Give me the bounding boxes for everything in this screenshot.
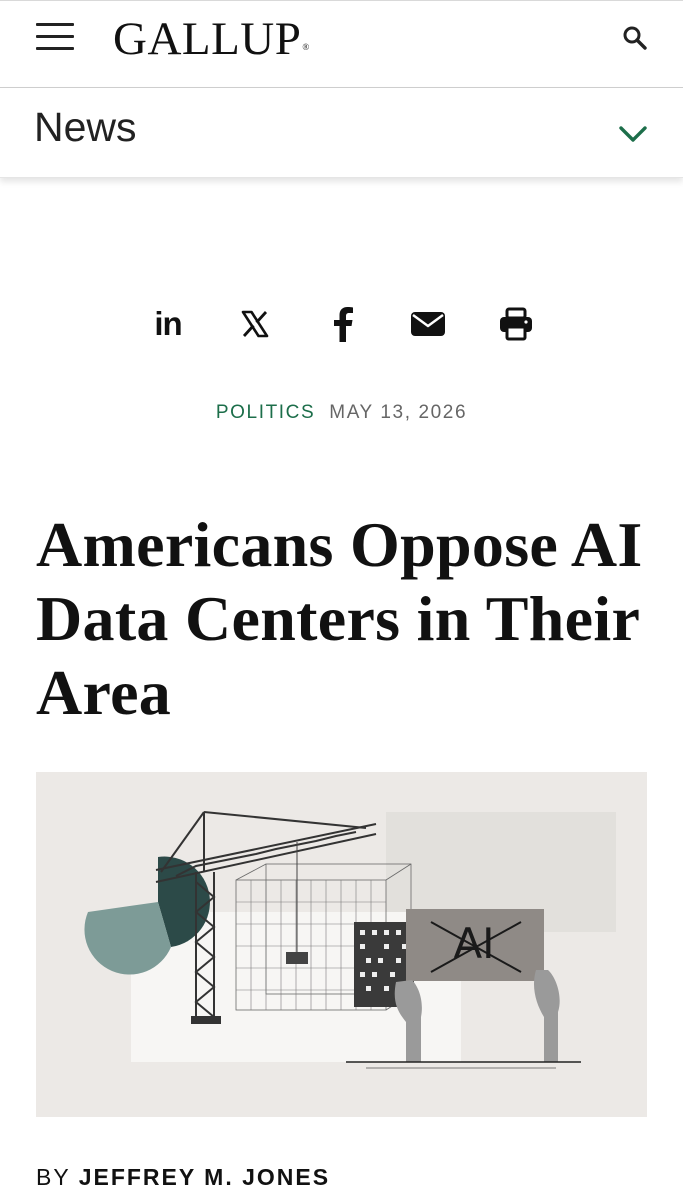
registered-mark: ® <box>302 42 310 52</box>
x-icon-svg <box>241 310 269 338</box>
search-icon-svg <box>623 26 647 50</box>
top-bar: GALLUP® <box>0 0 683 88</box>
sign-text: AI <box>453 919 494 968</box>
chevron-down-svg <box>619 126 647 142</box>
linkedin-glyph: in <box>154 305 182 342</box>
print-icon[interactable] <box>494 302 538 346</box>
chevron-down-icon[interactable] <box>616 122 650 146</box>
section-label[interactable]: News <box>34 104 137 150</box>
x-icon[interactable] <box>233 302 277 346</box>
search-icon[interactable] <box>620 23 650 53</box>
hero-illustration: AI <box>36 772 647 1117</box>
byline-prefix: BY <box>36 1164 71 1190</box>
category-link[interactable]: POLITICS <box>216 402 315 423</box>
publish-date: MAY 13, 2026 <box>329 402 468 423</box>
hamburger-line <box>36 23 74 26</box>
print-icon-svg <box>500 307 532 341</box>
hamburger-line <box>36 35 74 38</box>
article-title: Americans Oppose AI Data Centers in Thei… <box>36 509 643 728</box>
facebook-icon[interactable] <box>321 302 365 346</box>
hero-image: AI <box>36 772 647 1117</box>
facebook-icon-svg <box>334 307 353 342</box>
author-link[interactable]: JEFFREY M. JONES <box>79 1164 330 1190</box>
gallup-logo[interactable]: GALLUP® <box>113 11 310 67</box>
hamburger-icon[interactable] <box>36 23 74 51</box>
email-icon[interactable] <box>406 302 450 346</box>
logo-text: GALLUP <box>113 13 302 65</box>
hamburger-line <box>36 47 74 50</box>
article-meta: POLITICS MAY 13, 2026 <box>0 402 683 424</box>
byline: BY JEFFREY M. JONES <box>36 1164 330 1191</box>
linkedin-icon[interactable]: in <box>146 302 190 346</box>
email-icon-svg <box>411 312 445 336</box>
